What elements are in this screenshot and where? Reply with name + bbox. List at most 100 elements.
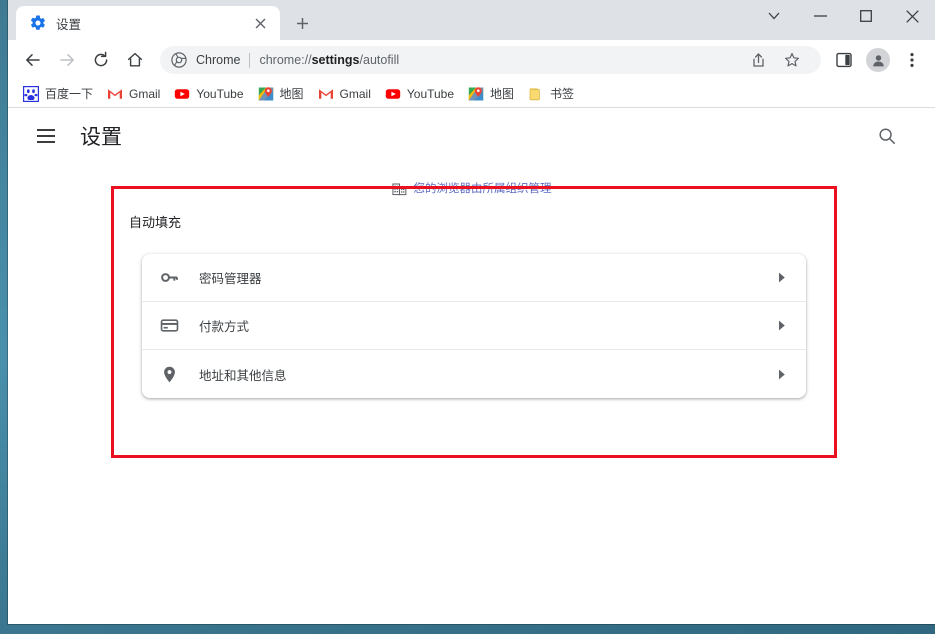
location-pin-icon — [158, 363, 180, 385]
maps-icon — [258, 86, 273, 100]
row-label: 付款方式 — [199, 320, 250, 334]
minimize-button[interactable] — [797, 0, 843, 32]
page-title: 设置 — [80, 126, 122, 149]
browser-window: 设置 Chrome chrome://settings/autofill 百度一… — [8, 0, 935, 624]
credit-card-glyph — [160, 319, 178, 332]
credit-card-icon — [158, 315, 180, 337]
tab-strip: 设置 — [8, 0, 935, 40]
section-title: 自动填充 — [129, 215, 182, 230]
row-label: 地址和其他信息 — [199, 368, 287, 383]
close-window-button[interactable] — [889, 0, 935, 32]
search-icon — [879, 128, 895, 144]
reload-button[interactable] — [87, 46, 115, 74]
settings-search-button[interactable] — [871, 120, 903, 152]
gmail-icon — [108, 88, 123, 99]
settings-header: 设置 — [8, 108, 935, 164]
chevron-right-glyph — [779, 272, 785, 283]
new-tab-button[interactable] — [288, 9, 316, 37]
plus-icon — [296, 17, 308, 29]
youtube-icon — [175, 88, 190, 99]
url-emphasis: settings — [311, 53, 360, 67]
bookmark-label: 百度一下 — [45, 87, 94, 101]
home-icon — [127, 52, 143, 67]
side-panel-icon — [836, 52, 852, 68]
settings-row-password-manager[interactable]: 密码管理器 — [142, 254, 806, 302]
url-suffix: /autofill — [359, 53, 400, 67]
bookmark-label: 地图 — [279, 87, 304, 101]
three-dots-icon — [910, 53, 914, 67]
settings-row-payment-methods[interactable]: 付款方式 — [142, 302, 806, 350]
settings-page: 设置 您的浏览器由所属组织管理 自动填充 密码管理器 付款方式 地址和其他信息 — [8, 108, 935, 624]
chevron-right-icon — [778, 320, 786, 331]
security-chip-label: Chrome — [196, 53, 241, 67]
close-icon — [255, 18, 265, 28]
person-icon — [872, 54, 884, 66]
star-icon — [785, 53, 799, 67]
hamburger-icon — [37, 129, 55, 143]
key-icon — [158, 267, 180, 289]
address-bar-url: chrome://settings/autofill — [259, 53, 399, 67]
omnibox-actions — [735, 46, 809, 74]
bookmarks-bar: 百度一下 Gmail YouTube 地图 Gmail YouTube 地图 书… — [8, 80, 935, 108]
row-label: 密码管理器 — [199, 272, 262, 286]
chrome-logo-icon — [171, 52, 187, 68]
bookmark-item[interactable]: 地图 — [251, 83, 311, 105]
chrome-menu-button[interactable] — [898, 46, 926, 74]
chevron-right-glyph — [779, 320, 785, 331]
chevron-right-icon — [778, 272, 786, 283]
close-icon — [905, 9, 919, 23]
browser-toolbar: Chrome chrome://settings/autofill — [8, 40, 935, 80]
autofill-card: 密码管理器 付款方式 地址和其他信息 — [142, 254, 806, 398]
minimize-icon — [813, 15, 827, 17]
chevron-right-icon — [778, 369, 786, 380]
bookmark-label: YouTube — [196, 86, 244, 101]
share-icon — [753, 53, 764, 67]
arrow-right-icon — [60, 54, 74, 66]
bookmark-item[interactable]: Gmail — [100, 83, 167, 105]
home-button[interactable] — [121, 46, 149, 74]
window-controls — [751, 0, 935, 32]
tab-search-button[interactable] — [751, 0, 797, 32]
bookmark-star-button[interactable] — [778, 46, 806, 74]
bookmark-label: 书签 — [550, 87, 575, 101]
browser-tab[interactable]: 设置 — [16, 6, 280, 40]
baidu-icon — [23, 85, 39, 102]
maps-icon — [468, 86, 484, 100]
share-button[interactable] — [744, 46, 772, 74]
reload-icon — [94, 51, 108, 67]
bookmark-item[interactable]: YouTube — [378, 83, 461, 105]
bookmark-label: Gmail — [339, 86, 371, 101]
avatar — [866, 48, 890, 72]
autofill-section: 自动填充 密码管理器 付款方式 地址和其他信息 — [111, 186, 837, 458]
bookmark-item[interactable]: 百度一下 — [16, 83, 100, 105]
side-panel-button[interactable] — [830, 46, 858, 74]
maximize-button[interactable] — [843, 0, 889, 32]
bookmark-item[interactable]: YouTube — [167, 83, 250, 105]
location-pin-glyph — [163, 366, 175, 382]
back-button[interactable] — [19, 46, 47, 74]
forward-button[interactable] — [53, 46, 81, 74]
youtube-icon — [385, 88, 401, 99]
key-glyph — [160, 273, 178, 282]
bookmark-label: YouTube — [406, 86, 455, 101]
bookmark-item[interactable]: 地图 — [461, 83, 521, 105]
bookmark-label: Gmail — [129, 86, 161, 101]
chevron-down-icon — [768, 12, 780, 20]
folder-icon — [529, 87, 540, 100]
bookmark-item[interactable]: Gmail — [311, 83, 378, 105]
profile-button[interactable] — [864, 46, 892, 74]
tab-close-button[interactable] — [250, 13, 270, 33]
omnibox-divider — [249, 52, 251, 68]
maximize-icon — [860, 10, 872, 22]
gear-icon — [30, 15, 45, 30]
tab-title: 设置 — [56, 17, 82, 32]
settings-row-addresses[interactable]: 地址和其他信息 — [142, 350, 806, 398]
address-bar[interactable]: Chrome chrome://settings/autofill — [160, 46, 821, 74]
bookmark-folder[interactable]: 书签 — [521, 83, 581, 105]
chevron-right-glyph — [779, 369, 785, 379]
main-menu-button[interactable] — [30, 120, 62, 152]
url-prefix: chrome:// — [259, 53, 312, 67]
bookmark-label: 地图 — [490, 87, 515, 101]
arrow-left-icon — [26, 54, 40, 66]
gmail-icon — [318, 88, 333, 99]
